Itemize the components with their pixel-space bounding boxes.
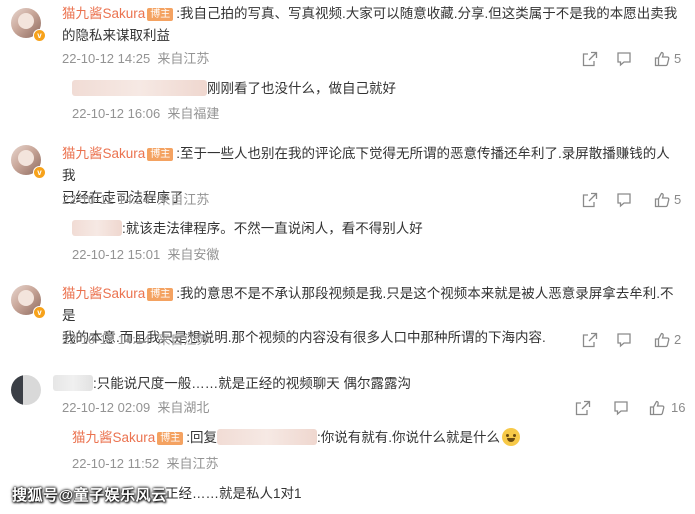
- blurred-username: [217, 429, 318, 445]
- author-badge: 博主: [157, 432, 184, 445]
- reply-meta: 22-10-12 16:06 来自福建: [72, 106, 220, 121]
- comment-meta: 22-10-12 14:14 来自江苏: [62, 332, 210, 347]
- blurred-username: [72, 220, 122, 236]
- like-count: 5: [674, 192, 682, 207]
- comment-actions: 5: [582, 192, 687, 208]
- comment-icon[interactable]: [616, 192, 632, 208]
- like-icon: [654, 192, 670, 208]
- author-badge: 博主: [147, 8, 174, 21]
- comment-icon[interactable]: [613, 400, 629, 416]
- comment-actions: 16: [575, 400, 690, 416]
- like-icon: [649, 400, 665, 416]
- comment-text: 猫九酱Sakura 博主:我自己拍的写真、写真视频.大家可以随意收藏.分享.但这类…: [62, 6, 678, 43]
- username-link[interactable]: 猫九酱Sakura: [62, 6, 145, 21]
- like-count: 2: [674, 332, 682, 347]
- watermark: 搜狐号@童子娱乐风云: [12, 487, 167, 504]
- username-link[interactable]: 猫九酱Sakura: [62, 286, 145, 301]
- comment-text: :只能说尺度一般……就是正经的视频聊天 偶尔露露沟: [53, 373, 411, 395]
- comment-meta: 22-10-12 14:24 来自江苏: [62, 192, 210, 207]
- reply-meta: 22-10-12 11:52 来自江苏: [72, 456, 219, 471]
- share-icon[interactable]: [582, 192, 598, 208]
- blurred-username: [53, 375, 93, 391]
- share-icon[interactable]: [582, 332, 598, 348]
- comment-icon[interactable]: [616, 332, 632, 348]
- like-icon: [654, 332, 670, 348]
- author-badge: 博主: [147, 148, 174, 161]
- vip-badge-icon: v: [33, 29, 46, 42]
- like-icon: [654, 51, 670, 67]
- smile-emoji-icon: [502, 428, 521, 446]
- author-badge: 博主: [147, 288, 174, 301]
- blurred-username: [72, 80, 207, 96]
- comment-time: 22-10-12 14:25: [62, 51, 151, 66]
- username-link[interactable]: 猫九酱Sakura: [72, 430, 155, 445]
- vip-badge-icon: v: [33, 306, 46, 319]
- comment-actions: 5: [582, 51, 687, 67]
- share-icon[interactable]: [575, 400, 591, 416]
- comment-meta: 22-10-12 02:09 来自湖北: [62, 400, 210, 415]
- like-count: 5: [674, 51, 682, 66]
- username-link[interactable]: 猫九酱Sakura: [62, 146, 145, 161]
- reply-text: 刚刚看了也没什么，做自己就好: [72, 78, 396, 100]
- reply-meta: 22-10-12 15:01 来自安徽: [72, 247, 220, 262]
- reply-text: 正经……就是私人1对1: [165, 486, 302, 501]
- vip-badge-icon: v: [33, 166, 46, 179]
- comment-actions: 2: [582, 332, 687, 348]
- comment-icon[interactable]: [616, 51, 632, 67]
- reply-text: 猫九酱Sakura 博主:回复:你说有就有.你说什么就是什么: [72, 427, 521, 449]
- comment-meta: 22-10-12 14:25 来自江苏: [62, 51, 209, 67]
- avatar[interactable]: [11, 375, 41, 405]
- comment-location: 来自江苏: [157, 51, 210, 66]
- share-icon[interactable]: [582, 51, 598, 67]
- reply-text: :就该走法律程序。不然一直说闲人，看不得别人好: [72, 218, 423, 240]
- like-count: 16: [671, 400, 686, 415]
